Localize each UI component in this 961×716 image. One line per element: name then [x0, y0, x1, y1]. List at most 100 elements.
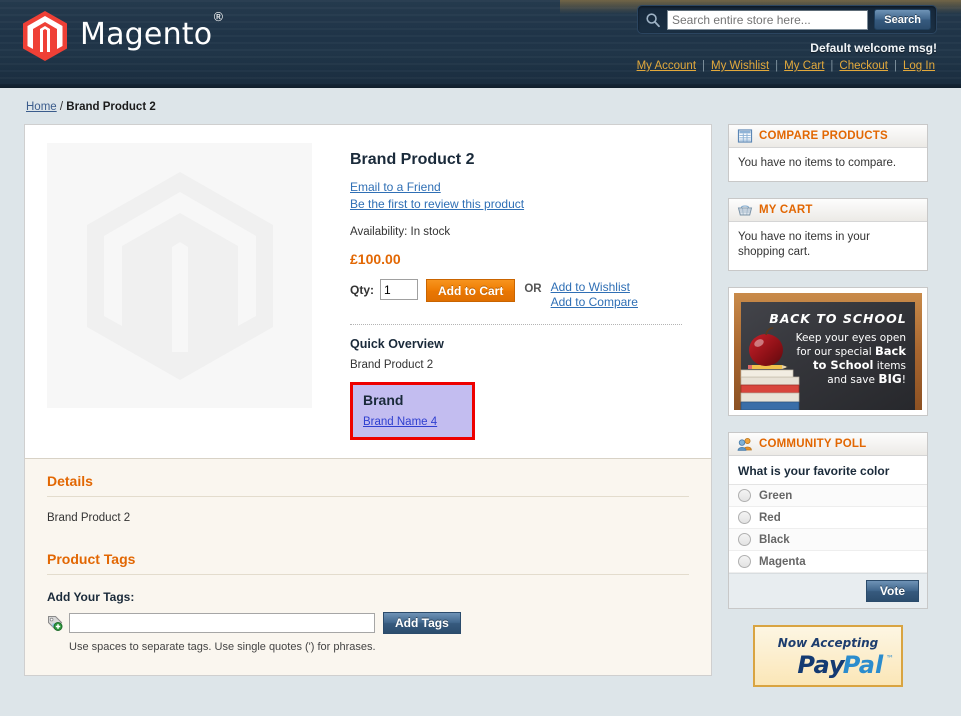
quick-overview-text: Brand Product 2 — [350, 359, 434, 371]
my-cart-body: You have no items in your shopping cart. — [738, 231, 870, 258]
or-label: OR — [524, 283, 542, 295]
quick-overview-title: Quick Overview — [350, 337, 444, 351]
product-price: £100.00 — [350, 251, 401, 267]
site-logo-text: Magento® — [80, 9, 225, 52]
svg-text:to School items: to School items — [813, 358, 906, 372]
poll-option-black[interactable]: Black — [729, 529, 927, 551]
vote-button[interactable]: Vote — [865, 580, 919, 602]
community-poll-block: COMMUNITY POLL What is your favorite col… — [728, 432, 928, 609]
add-your-tags-label: Add Your Tags: — [47, 590, 135, 604]
add-to-wishlist-link[interactable]: Add to Wishlist — [551, 280, 638, 295]
product-card: Brand Product 2 Email to a Friend Be the… — [24, 124, 712, 458]
community-poll-icon — [737, 436, 753, 452]
product-info: Brand Product 2 Email to a Friend Be the… — [312, 143, 691, 440]
link-separator: | — [702, 60, 706, 72]
community-poll-header: COMMUNITY POLL — [729, 433, 927, 456]
add-to-cart-button[interactable]: Add to Cart — [426, 279, 516, 302]
paypal-badge-icon: Now Accepting Pay Pal ™ — [732, 625, 924, 687]
search-input[interactable] — [667, 9, 869, 30]
availability-text: Availability: In stock — [350, 226, 451, 238]
poll-option-label: Green — [759, 489, 793, 502]
svg-text:BACK TO SCHOOL: BACK TO SCHOOL — [769, 311, 906, 326]
radio-icon[interactable] — [738, 489, 751, 502]
tag-add-icon — [47, 615, 63, 631]
compare-products-header: COMPARE PRODUCTS — [729, 125, 927, 148]
poll-option-magenta[interactable]: Magenta — [729, 551, 927, 573]
product-image[interactable] — [47, 143, 312, 408]
write-review-link[interactable]: Be the first to review this product — [350, 196, 691, 213]
promo-banner-block[interactable]: BACK TO SCHOOL Keep your eyes open for o… — [728, 287, 928, 416]
brand-attribute-box: Brand Brand Name 4 — [350, 382, 475, 440]
email-to-friend-link[interactable]: Email to a Friend — [350, 179, 691, 196]
poll-options: Green Red Black Magenta — [729, 484, 927, 573]
breadcrumb-home[interactable]: Home — [26, 101, 57, 113]
link-separator: | — [894, 60, 898, 72]
breadcrumb: Home / Brand Product 2 — [24, 88, 937, 124]
poll-option-green[interactable]: Green — [729, 485, 927, 507]
radio-icon[interactable] — [738, 511, 751, 524]
trademark-symbol: ® — [212, 9, 225, 24]
paypal-block[interactable]: Now Accepting Pay Pal ™ — [728, 625, 928, 687]
brand-heading: Brand — [363, 392, 404, 408]
page-title: Brand Product 2 — [350, 151, 475, 168]
link-my-wishlist[interactable]: My Wishlist — [711, 60, 769, 72]
svg-text:™: ™ — [886, 654, 894, 663]
link-separator: | — [775, 60, 779, 72]
breadcrumb-separator: / — [59, 101, 64, 113]
search-button[interactable]: Search — [874, 9, 931, 30]
svg-text:Pal: Pal — [843, 651, 884, 679]
poll-footer: Vote — [729, 573, 927, 608]
main-column: Brand Product 2 Email to a Friend Be the… — [24, 124, 712, 676]
add-to-cart-row: Qty: Add to Cart OR Add to Wishlist Add … — [350, 279, 691, 310]
breadcrumb-current: Brand Product 2 — [66, 101, 156, 113]
back-to-school-banner: BACK TO SCHOOL Keep your eyes open for o… — [734, 293, 922, 410]
product-tags-heading: Product Tags — [47, 551, 689, 575]
radio-icon[interactable] — [738, 533, 751, 546]
welcome-message: Default welcome msg! — [810, 41, 937, 55]
compare-products-title: COMPARE PRODUCTS — [759, 130, 888, 142]
community-poll-title: COMMUNITY POLL — [759, 438, 867, 450]
svg-text:Keep your eyes open: Keep your eyes open — [796, 332, 906, 344]
add-tags-button[interactable]: Add Tags — [383, 612, 461, 634]
svg-text:and save BIG!: and save BIG! — [827, 372, 906, 386]
add-to-compare-link[interactable]: Add to Compare — [551, 295, 638, 310]
tag-input[interactable] — [69, 613, 375, 633]
add-tags-row: Add Tags — [47, 612, 689, 634]
radio-icon[interactable] — [738, 555, 751, 568]
link-my-cart[interactable]: My Cart — [784, 60, 824, 72]
poll-option-red[interactable]: Red — [729, 507, 927, 529]
link-checkout[interactable]: Checkout — [839, 60, 888, 72]
link-my-account[interactable]: My Account — [637, 60, 696, 72]
qty-input[interactable] — [380, 279, 418, 300]
details-text: Brand Product 2 — [47, 512, 131, 524]
sidebar: COMPARE PRODUCTS You have no items to co… — [728, 124, 928, 687]
tags-hint-text: Use spaces to separate tags. Use single … — [69, 641, 376, 653]
search-icon — [645, 12, 661, 28]
alternate-actions: Add to Wishlist Add to Compare — [551, 279, 638, 310]
site-logo[interactable]: Magento® — [22, 10, 225, 62]
my-cart-block: MY CART You have no items in your shoppi… — [728, 198, 928, 271]
poll-option-label: Magenta — [759, 555, 806, 568]
header-account-links: My Account | My Wishlist | My Cart | Checkout |… — [635, 60, 937, 72]
magento-logo-icon — [22, 10, 68, 62]
compare-products-block: COMPARE PRODUCTS You have no items to co… — [728, 124, 928, 182]
link-separator: | — [830, 60, 834, 72]
qty-label: Qty: — [350, 283, 374, 297]
search-bar: Search — [637, 5, 937, 34]
compare-grid-icon — [737, 128, 753, 144]
compare-products-body: You have no items to compare. — [738, 157, 897, 169]
poll-option-label: Black — [759, 533, 790, 546]
brand-name-link[interactable]: Brand Name 4 — [363, 416, 437, 428]
shopping-basket-icon — [737, 202, 753, 218]
site-header: Magento® Search Default welcome msg! My … — [0, 0, 961, 88]
my-cart-title: MY CART — [759, 204, 813, 216]
svg-text:Now Accepting: Now Accepting — [778, 636, 879, 650]
link-log-in[interactable]: Log In — [903, 60, 935, 72]
section-divider — [350, 324, 682, 325]
svg-text:Pay: Pay — [797, 651, 846, 679]
my-cart-header: MY CART — [729, 199, 927, 222]
content-columns: Brand Product 2 Email to a Friend Be the… — [24, 124, 937, 687]
product-collateral: Details Brand Product 2 Product Tags Add… — [24, 458, 712, 676]
poll-question: What is your favorite color — [738, 464, 890, 478]
svg-text:for our special Back: for our special Back — [797, 344, 907, 358]
